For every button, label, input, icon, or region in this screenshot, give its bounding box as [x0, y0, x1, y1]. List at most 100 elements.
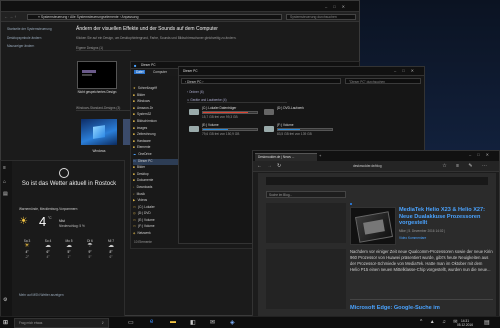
back-icon[interactable]: ← [257, 163, 262, 169]
drive-item[interactable]: (C:) Lokaler Datenträger 15,7 GB frei von… [189, 106, 261, 121]
explorer-main-title: Dieser PC [183, 69, 198, 73]
nav-item-icon: ◎ [133, 211, 136, 216]
forecast-low: 5° [88, 254, 92, 259]
nav-item[interactable]: ↓ Downloads [133, 185, 179, 192]
sidebar-link-mouse[interactable]: Mauszeiger ändern [7, 44, 67, 48]
new-tab-icon[interactable]: + [319, 153, 321, 158]
group-folders[interactable]: › Ordner (6) [187, 90, 204, 94]
nav-item-icon: ↓ [133, 184, 135, 189]
address-bar[interactable]: « Systemsteuerung › Alle Systemsteuerung… [27, 14, 282, 20]
nav-item-icon: ■ [133, 138, 135, 143]
tab-datei[interactable]: Datei [134, 70, 146, 75]
nav-item[interactable]: ★ Schnellzugriff [133, 86, 179, 93]
nav-item[interactable]: ◎ (D:) DVD [133, 211, 179, 218]
drive-item[interactable]: (D:) DVD-Laufwerk [264, 106, 336, 121]
nav-item[interactable]: ■ Hardware [133, 139, 179, 146]
forward-icon[interactable]: → [267, 163, 272, 169]
sidebar-link-home[interactable]: Startseite der Systemsteuerung [7, 27, 67, 31]
forecast-day: Mo 5 ☁ 5° 1° [59, 239, 79, 259]
back-forward-icon[interactable]: ← → ↑ [4, 14, 16, 19]
explorer-address-bar[interactable]: › Dieser PC › [181, 78, 341, 84]
clock[interactable]: 14:31 05.12.2016 [452, 319, 478, 327]
edge-tab[interactable]: Deskmodder.de | News ... [255, 153, 317, 161]
nav-item[interactable]: ■ Bildschirmkon [133, 119, 179, 126]
explorer-search-input[interactable]: "Dieser PC" durchsuchen [345, 78, 421, 84]
sun-icon: ☀ [19, 216, 28, 227]
nav-item-label: System32 [136, 112, 152, 117]
nav-item[interactable]: ■ Dokumente [133, 178, 179, 185]
minimize-button[interactable]: – [469, 152, 477, 157]
nav-item[interactable]: ■ Elemente [133, 145, 179, 152]
nav-item-label: OneDrive [138, 151, 152, 156]
notebook-icon[interactable]: ▤ [3, 191, 8, 197]
close-button[interactable]: ✕ [342, 4, 351, 9]
toolbar-icons[interactable]: ☆ ≡ ✎ ⋯ [442, 163, 491, 169]
edge-taskbar-icon[interactable]: e [150, 319, 153, 325]
article-title[interactable]: MediaTek Helio X23 & Helio X27: Neue Dua… [399, 207, 493, 227]
action-center-icon[interactable]: ▤ [484, 319, 490, 326]
maximize-button[interactable]: □ [477, 152, 485, 157]
nav-item[interactable]: ■ Amazon-Dr [133, 106, 179, 113]
nav-item[interactable]: ■ Desktop [133, 172, 179, 179]
app-icon[interactable]: ◈ [230, 319, 235, 326]
explorer-taskbar-icon[interactable]: ▬ [170, 319, 176, 325]
maximize-button[interactable]: □ [402, 68, 410, 73]
nav-item-icon: ◈ [133, 231, 136, 236]
nav-item[interactable]: ◈ Netzwerk [133, 231, 179, 238]
drive-item[interactable]: (E:) Volume 79,6 GB frei von 150,9 GB [189, 123, 261, 138]
article2-title[interactable]: Microsoft Edge: Google-Suche im [350, 305, 493, 311]
nav-item[interactable]: ☁ OneDrive [133, 152, 179, 159]
nav-item-label: (D:) DVD [137, 211, 151, 216]
minimize-button[interactable]: – [394, 68, 402, 73]
nav-item[interactable]: ▶ Videos [133, 198, 179, 205]
weather-precip: Niederschlag: 5 % [59, 224, 85, 228]
weather-cond: Mist [59, 219, 65, 223]
mic-icon[interactable]: ♪ [102, 320, 105, 326]
nav-item[interactable]: ■ Bilder [133, 165, 179, 172]
nav-item[interactable]: ■ Zeitrechnung [133, 132, 179, 139]
tab-computer[interactable]: Computer [153, 70, 167, 74]
group-drives[interactable]: ∨ Geräte und Laufwerke (4) [187, 98, 287, 104]
taskbar: ⊞ Frag mich etwas ♪ ▭ e ▬ ◧ ✉ ◈ ^ ▲ ♫ ✉ … [0, 316, 500, 328]
nav-item[interactable]: ♪ Musik [133, 192, 179, 199]
sidebar-link-desktop-icons[interactable]: Desktopsymbole ändern [7, 36, 67, 40]
nav-item[interactable]: ▭ (F:) Volume [133, 224, 179, 231]
nav-item[interactable]: ■ Windows [133, 99, 179, 106]
refresh-icon[interactable]: ↻ [277, 163, 281, 169]
forecast-day: So 4 ☁ 6° 4° [38, 239, 58, 259]
store-icon[interactable]: ◧ [190, 319, 196, 326]
folder-icon: ■ [134, 63, 137, 68]
search-input[interactable]: Systemsteuerung durchsuchen [286, 14, 356, 20]
blog-search-input[interactable]: Suche im Blog... [266, 191, 346, 198]
nav-item-label: Schnellzugriff [137, 86, 157, 90]
task-view-icon[interactable]: ▭ [128, 319, 134, 326]
nav-item-icon: ■ [133, 132, 135, 137]
nav-item[interactable]: ■ System32 [133, 112, 179, 119]
start-icon[interactable]: ⊞ [3, 319, 8, 326]
nav-item[interactable]: ▭ (E:) Volume [133, 218, 179, 225]
menu-icon[interactable]: ≡ [3, 165, 6, 171]
nav-item-label: Hardware [136, 138, 151, 143]
close-button[interactable]: ✕ [411, 68, 420, 73]
minimize-button[interactable]: – [325, 4, 333, 9]
article-thumbnail[interactable] [350, 207, 396, 245]
close-button[interactable]: ✕ [486, 152, 495, 157]
blog-sidebar-2 [266, 249, 346, 309]
theme-windows[interactable] [81, 119, 117, 145]
taskbar-search-input[interactable]: Frag mich etwas ♪ [14, 318, 109, 328]
nav-item[interactable]: ▭ (C:) Lokaler [133, 205, 179, 212]
drive-item[interactable]: (F:) Volume 83,5 GB frei von 139 GB [264, 123, 336, 138]
mail-icon[interactable]: ✉ [210, 319, 215, 326]
article-tag[interactable]: Video Kommentare [399, 236, 426, 240]
theme-unsaved[interactable] [77, 61, 117, 89]
maximize-button[interactable]: □ [333, 4, 341, 9]
settings-icon[interactable]: ⚙ [3, 297, 7, 303]
nav-item[interactable]: ■ Bilder [133, 93, 179, 100]
group-my-themes: Eigene Designs (1) [76, 46, 131, 52]
more-weather-link[interactable]: Mehr auf MSN Wetter anzeigen [19, 293, 64, 297]
nav-item[interactable]: ■ images [133, 126, 179, 133]
url-bar[interactable]: deskmodder.de/blog [353, 164, 382, 168]
home-icon[interactable]: ⌂ [3, 179, 6, 185]
hard-drive-icon [264, 126, 274, 132]
nav-item[interactable]: ▭ Dieser PC [133, 158, 179, 166]
